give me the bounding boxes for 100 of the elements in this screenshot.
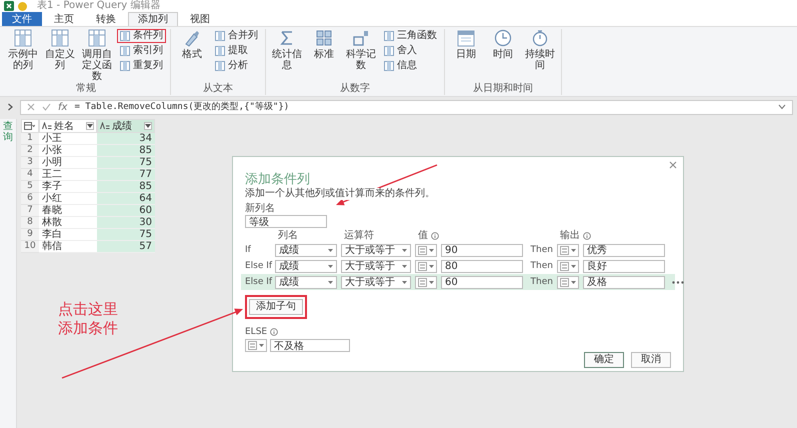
type-selector[interactable]	[557, 276, 579, 288]
ribbon-tab[interactable]: 添加列	[128, 12, 178, 26]
table-cell: 85	[97, 181, 155, 193]
type-selector[interactable]	[557, 244, 579, 256]
info-icon[interactable]	[583, 232, 591, 240]
ribbon-button[interactable]: 信息	[381, 59, 440, 73]
row-number: 3	[21, 157, 39, 169]
operator-dropdown[interactable]: 大于或等于	[341, 260, 411, 272]
close-button[interactable]	[669, 161, 677, 169]
type-icon	[248, 341, 257, 350]
ribbon-button[interactable]: 自定义列	[43, 29, 77, 82]
close-icon	[669, 161, 677, 169]
table-cell: 韩信	[39, 241, 97, 253]
value-field[interactable]: 60	[441, 276, 523, 288]
output-field[interactable]: 及格	[583, 276, 665, 288]
column-heading: 列名	[277, 230, 299, 242]
dialog-title: 添加条件列	[245, 171, 310, 188]
info-icon[interactable]	[431, 232, 439, 240]
operator-dropdown[interactable]: 大于或等于	[341, 244, 411, 256]
ribbon-tab[interactable]: 主页	[44, 12, 84, 26]
row-number: 10	[21, 241, 39, 253]
table-cell: 57	[97, 241, 155, 253]
row-number: 4	[21, 169, 39, 181]
type-selector[interactable]	[245, 339, 267, 352]
table-icon	[24, 122, 35, 130]
ribbon-tab[interactable]: 视图	[180, 12, 220, 26]
ribbon-button[interactable]: 条件列	[117, 29, 166, 43]
cancel-button[interactable]: 取消	[631, 352, 671, 368]
chevron-down-icon[interactable]	[778, 104, 786, 110]
column-header[interactable]: 成绩	[97, 119, 155, 133]
table-cell: 34	[97, 133, 155, 145]
fx-button[interactable]: fx	[58, 102, 68, 112]
ok-button[interactable]: 确定	[584, 352, 624, 368]
type-icon	[42, 122, 52, 130]
then-label: Then	[530, 261, 553, 271]
timer-icon	[531, 29, 549, 47]
queries-label[interactable]: 查询	[3, 121, 13, 143]
ribbon-button[interactable]: 格式	[175, 29, 209, 82]
ribbon-button[interactable]: 日期	[449, 29, 483, 82]
value-field[interactable]: 80	[441, 260, 523, 272]
then-label: Then	[530, 245, 553, 255]
table-icon	[14, 29, 32, 47]
row-number: 5	[21, 181, 39, 193]
ribbon-button[interactable]: 持续时间	[523, 29, 557, 82]
ribbon-button[interactable]: 示例中的列	[6, 29, 40, 82]
output-field[interactable]: 良好	[583, 260, 665, 272]
caret-icon	[571, 248, 576, 252]
info-icon[interactable]	[270, 328, 278, 336]
group-label: 从日期和时间	[473, 83, 533, 95]
add-clause-button[interactable]: 添加子句	[245, 295, 307, 319]
ribbon-button[interactable]: 重复列	[117, 59, 166, 73]
check-icon[interactable]	[42, 103, 51, 111]
caret-icon	[429, 248, 434, 252]
ribbon-tab[interactable]: 文件	[2, 12, 42, 26]
group-label: 从文本	[203, 83, 233, 95]
ribbon-button[interactable]: 三角函数	[381, 29, 440, 43]
column-header[interactable]: 姓名	[39, 119, 97, 133]
type-selector[interactable]	[415, 260, 437, 272]
operator-dropdown[interactable]: 大于或等于	[341, 276, 411, 288]
type-icon	[560, 278, 569, 286]
ribbon-button[interactable]: 舍入	[381, 44, 440, 58]
column-dropdown[interactable]: 成绩	[275, 276, 337, 288]
column-dropdown[interactable]: 成绩	[275, 260, 337, 272]
type-selector[interactable]	[557, 260, 579, 272]
table-icon	[51, 29, 69, 47]
table-corner[interactable]	[21, 119, 39, 133]
ribbon-button[interactable]: 分析	[212, 59, 261, 73]
ribbon-button[interactable]: 提取	[212, 44, 261, 58]
type-selector[interactable]	[415, 244, 437, 256]
caret-icon	[429, 264, 434, 268]
type-icon	[418, 262, 427, 270]
field-label: ELSE	[245, 326, 268, 338]
input-field[interactable]: 等级	[245, 215, 327, 228]
ribbon-button[interactable]: 科学记数	[344, 29, 378, 82]
ribbon-button[interactable]: 索引列	[117, 44, 166, 58]
table-cell: 小红	[39, 193, 97, 205]
ribbon-button[interactable]: 时间	[486, 29, 520, 82]
ribbon-button[interactable]: 标准	[307, 29, 341, 82]
clause-keyword: Else If	[245, 260, 271, 272]
output-field[interactable]: 优秀	[583, 244, 665, 256]
row-number: 2	[21, 145, 39, 157]
cancel-icon[interactable]	[27, 103, 35, 111]
filter-button[interactable]	[144, 122, 152, 130]
formula-text[interactable]: = Table.RemoveColumns(更改的类型,{"等级"})	[74, 102, 290, 112]
value-field[interactable]: 90	[441, 244, 523, 256]
column-heading: 运算符	[343, 230, 375, 242]
column-dropdown[interactable]: 成绩	[275, 244, 337, 256]
filter-button[interactable]	[86, 122, 94, 130]
table-cell: 77	[97, 169, 155, 181]
table-cell: 小张	[39, 145, 97, 157]
ribbon-button[interactable]: 统计信息	[270, 29, 304, 82]
caret-icon	[328, 264, 333, 268]
table-cell: 王二	[39, 169, 97, 181]
input-field[interactable]: 不及格	[270, 339, 350, 352]
type-selector[interactable]	[415, 276, 437, 288]
ribbon-button[interactable]: 合并列	[212, 29, 261, 43]
table-cell: 李白	[39, 229, 97, 241]
ribbon-tab[interactable]: 转换	[86, 12, 126, 26]
group-label: 常规	[76, 83, 96, 95]
ribbon-button[interactable]: 调用自定义函数	[80, 29, 114, 82]
